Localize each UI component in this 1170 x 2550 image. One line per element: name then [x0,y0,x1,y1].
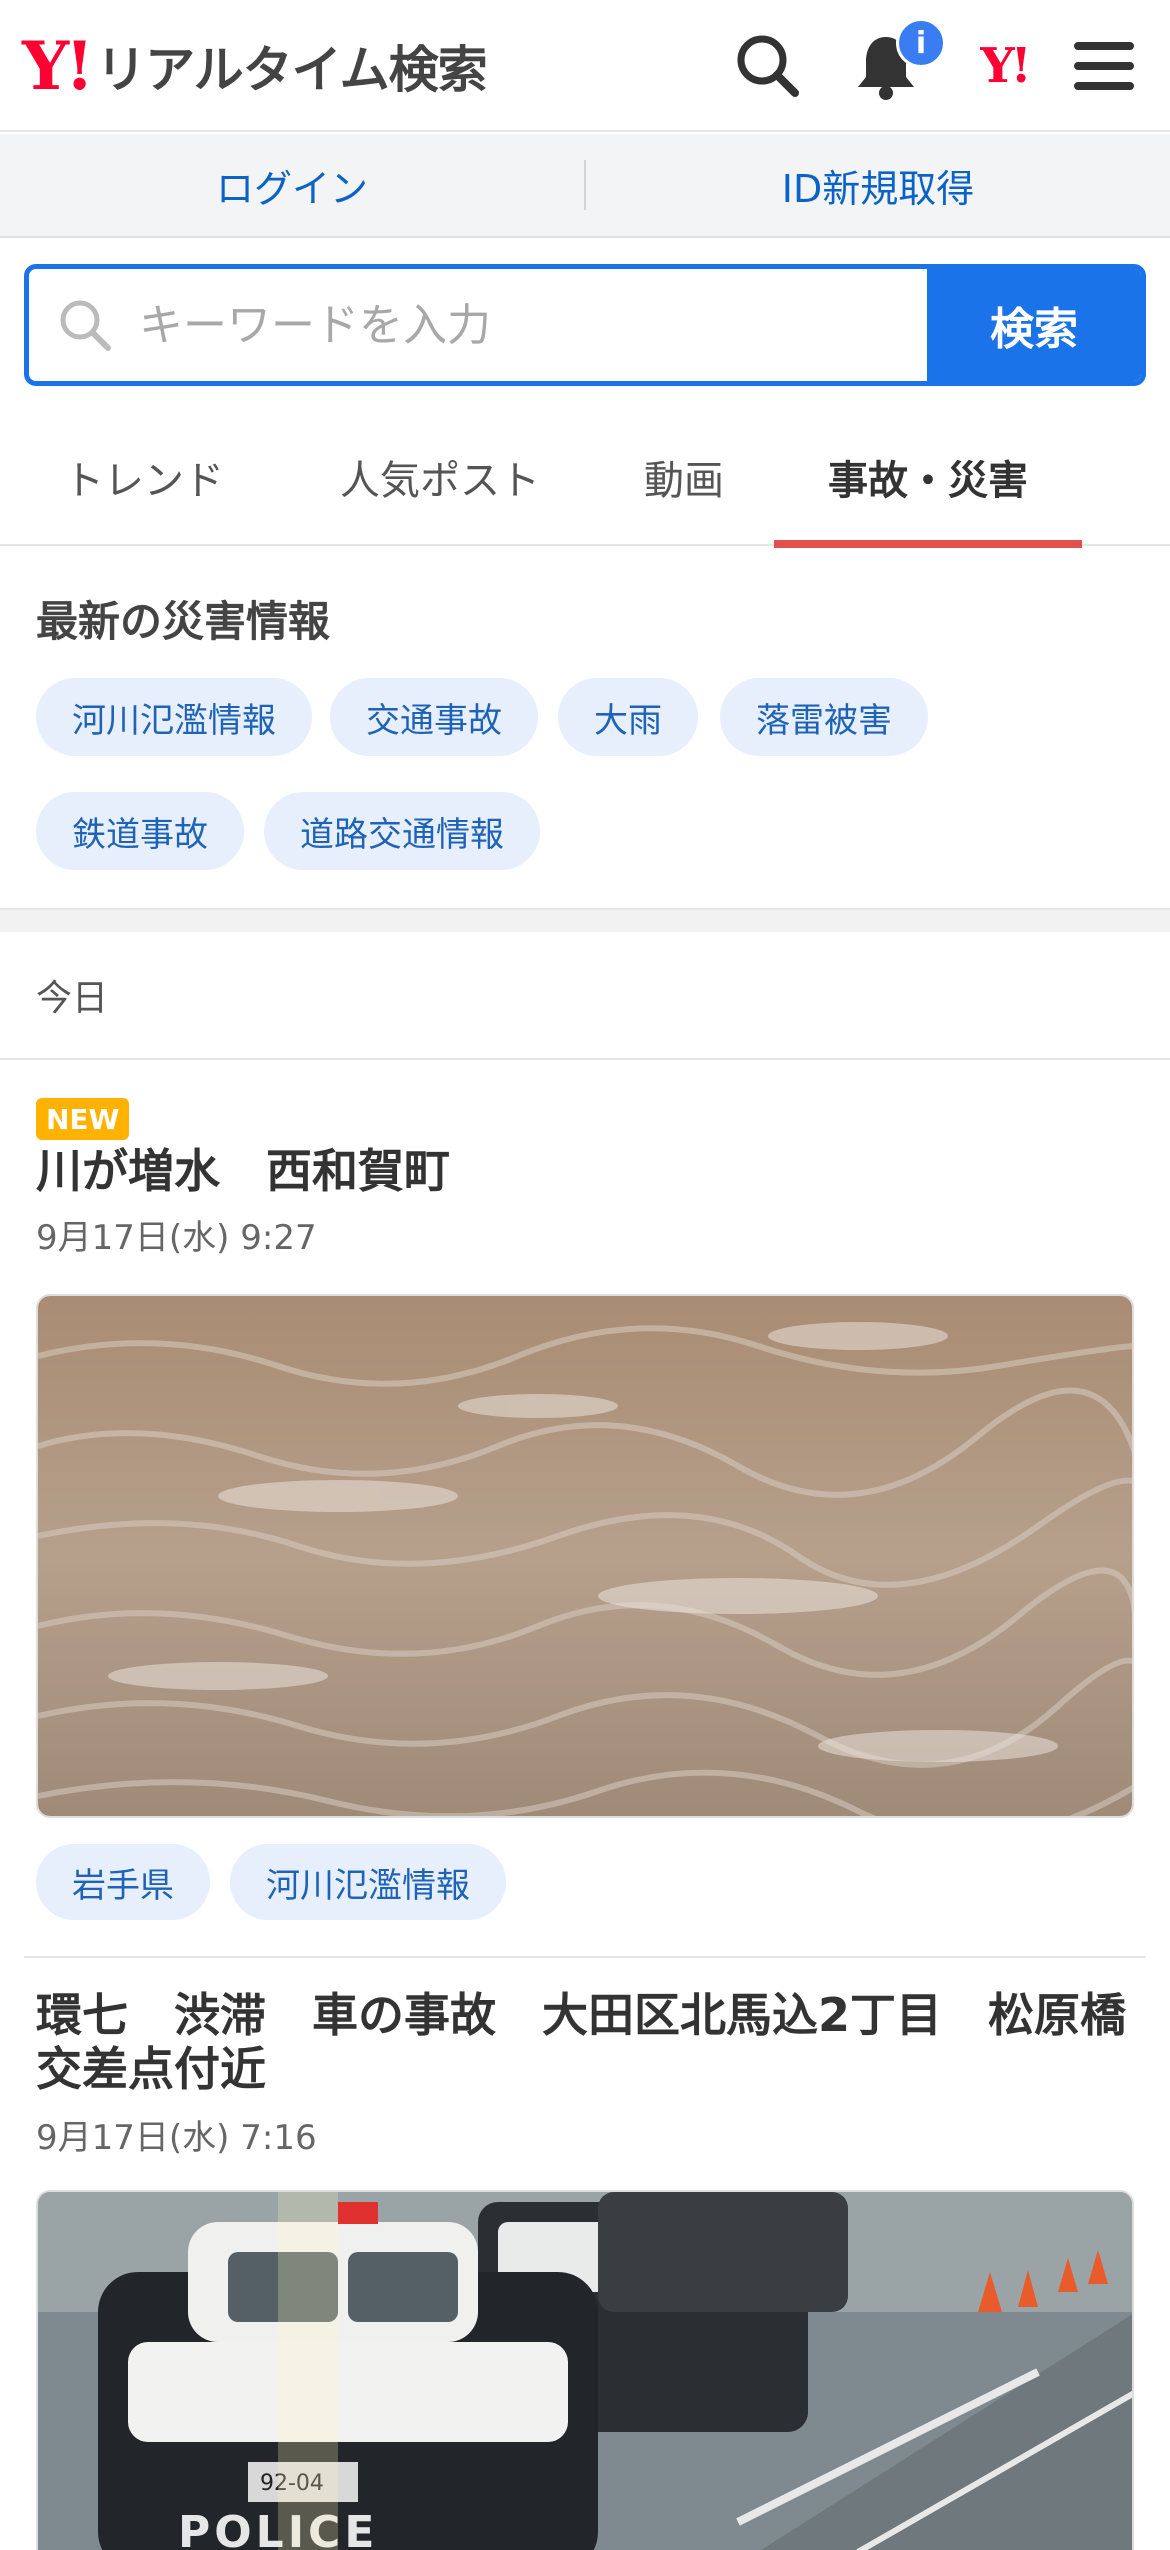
chip-river-flood[interactable]: 河川氾濫情報 [36,678,312,756]
search-field[interactable] [29,269,927,381]
search-icon[interactable] [730,28,806,104]
login-link[interactable]: ログイン [0,134,584,236]
tab-popular-posts[interactable]: 人気ポスト [320,408,560,546]
menu-icon[interactable] [1066,28,1142,104]
disaster-info-title: 最新の災害情報 [36,597,331,646]
tag-river-flood[interactable]: 河川氾濫情報 [230,1844,506,1920]
chip-railway-accident[interactable]: 鉄道事故 [36,792,244,870]
day-header: 今日 [0,932,1170,1060]
notification-badge: i [896,18,946,68]
new-badge: NEW [36,1098,130,1140]
search-box: 検索 [24,264,1146,386]
yahoo-logo-mark: Y! [22,27,94,105]
chip-lightning[interactable]: 落雷被害 [720,678,928,756]
article-title[interactable]: 川が増水 西和賀町 [36,1144,1136,1198]
disaster-info-section: 最新の災害情報 河川氾濫情報 交通事故 大雨 落雷被害 鉄道事故 道路交通情報 [0,548,1170,908]
tab-accidents-disasters[interactable]: 事故・災害 [774,408,1082,548]
article-card[interactable]: 環七 渋滞 車の事故 大田区北馬込2丁目 松原橋交差点付近 9月17日(水) 7… [0,1958,1170,2550]
article-image-police[interactable]: 視 庁 92-04 POLICE [36,2190,1134,2550]
yahoo-mark: Y! [980,38,1031,94]
article-title[interactable]: 環七 渋滞 車の事故 大田区北馬込2丁目 松原橋交差点付近 [36,1988,1136,2096]
tag-iwate[interactable]: 岩手県 [36,1844,210,1920]
login-bar: ログイン ID新規取得 [0,134,1170,238]
chip-heavy-rain[interactable]: 大雨 [558,678,698,756]
yahoo-realtime-logo[interactable]: Y! リアルタイム検索 [22,27,488,105]
register-link[interactable]: ID新規取得 [586,134,1170,236]
tab-trend[interactable]: トレンド [44,408,244,546]
article-date: 9月17日(水) 9:27 [36,1218,317,1258]
tab-video[interactable]: 動画 [626,408,742,546]
section-gap [0,908,1170,932]
category-tabs: トレンド 人気ポスト 動画 事故・災害 [0,408,1170,548]
search-button[interactable]: 検索 [927,269,1141,381]
header: Y! リアルタイム検索 i Y! [0,0,1170,132]
search-input[interactable] [139,299,839,351]
yahoo-icon[interactable]: Y! [966,28,1042,104]
chip-traffic-accident[interactable]: 交通事故 [330,678,538,756]
search-field-icon [60,300,111,351]
chip-road-traffic[interactable]: 道路交通情報 [264,792,540,870]
logo-title: リアルタイム検索 [96,41,487,99]
article-image-river[interactable] [36,1294,1134,1818]
article-card[interactable]: NEW 川が増水 西和賀町 9月17日(水) 9:27 岩手県 河川氾濫情報 [0,1062,1170,1962]
article-date: 9月17日(水) 7:16 [36,2118,317,2158]
